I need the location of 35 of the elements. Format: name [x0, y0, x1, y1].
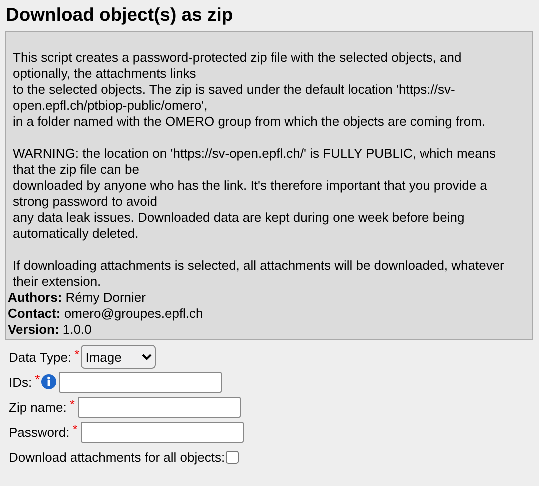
- checkbox[interactable]: [226, 450, 240, 464]
- meta-label: Authors:: [8, 290, 62, 305]
- field-label: Data Type:: [9, 350, 72, 364]
- description-text: WARNING: the location on 'https://sv-open.epfl.ch/' is FULLY PUBLIC, which means: [13, 146, 498, 162]
- description-text: downloaded by anyone who has the link. It's therefore important that you provide a: [13, 178, 488, 194]
- meta-label: Contact:: [8, 306, 61, 321]
- required-mark: *: [74, 347, 80, 362]
- required-mark: *: [35, 372, 40, 387]
- field-label: IDs:: [9, 374, 32, 390]
- description-text: This script creates a password-protected zip file with the selected objects, and: [13, 50, 463, 66]
- info-icon[interactable]: [41, 374, 58, 390]
- description-text: strong password to avoid: [13, 194, 159, 210]
- meta-value: Rémy Dornier: [66, 290, 146, 305]
- description-text: that the zip file can be: [13, 162, 140, 178]
- description-text: optionally, the attachments links: [13, 66, 198, 82]
- required-mark: *: [70, 397, 75, 412]
- field-label: Password:: [9, 424, 70, 440]
- text-field[interactable]: [80, 422, 244, 442]
- description-text: in a folder named with the OMERO group from which the objects are coming from.: [13, 114, 487, 130]
- page-title: Download object(s) as zip: [6, 4, 234, 26]
- description-text: any data leak issues. Downloaded data are kept during one week before being: [13, 210, 466, 226]
- data-type-select[interactable]: Image: [80, 345, 156, 369]
- meta-value: omero@groupes.epfl.ch: [64, 306, 204, 321]
- meta-label: Version:: [8, 322, 60, 337]
- description-text: open.epfl.ch/ptbiop-public/omero',: [13, 98, 209, 114]
- description-text: to the selected objects. The zip is saved under the default location 'https://sv-: [13, 82, 456, 98]
- description-text: their extension.: [13, 274, 102, 290]
- text-field[interactable]: [59, 372, 222, 392]
- description-text: automatically deleted.: [13, 226, 140, 242]
- required-mark: *: [72, 422, 78, 437]
- description-text: If downloading attachments is selected, all attachments will be downloaded, whatever: [13, 258, 506, 274]
- field-label: Download attachments for all objects:: [9, 450, 226, 464]
- meta-value: 1.0.0: [62, 322, 92, 337]
- field-label: Zip name:: [9, 400, 67, 414]
- text-field[interactable]: [78, 396, 241, 418]
